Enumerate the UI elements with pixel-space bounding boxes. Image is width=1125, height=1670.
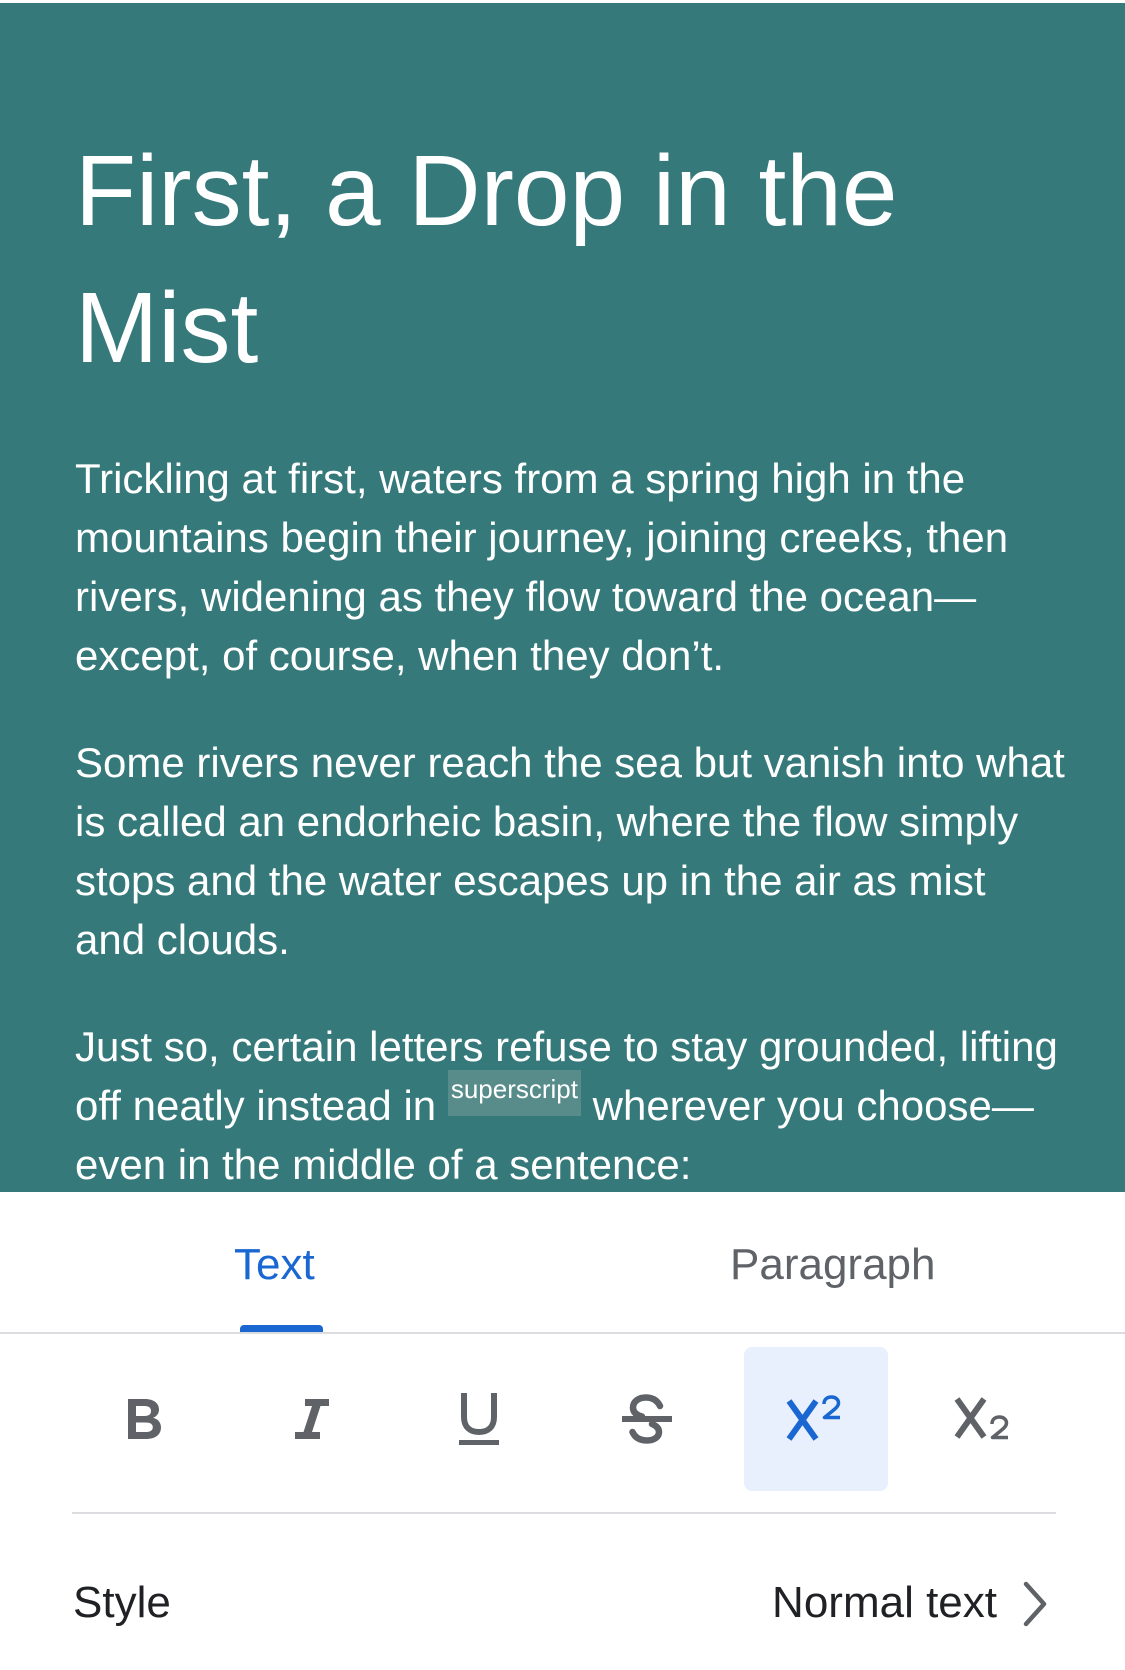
document-title[interactable]: First, a Drop in the Mist	[75, 123, 1055, 397]
chevron-right-icon	[1023, 1581, 1047, 1627]
superscript-icon	[786, 1395, 841, 1441]
style-selector[interactable]: Style Normal text	[0, 1538, 1125, 1668]
superscript-button[interactable]	[744, 1347, 888, 1491]
strikethrough-button[interactable]	[575, 1347, 719, 1491]
selected-superscript-text[interactable]: superscript	[447, 1070, 581, 1116]
underline-button[interactable]	[407, 1347, 551, 1491]
format-tabs: Text Paragraph	[0, 1192, 1125, 1334]
strikethrough-icon	[622, 1394, 672, 1444]
italic-icon	[295, 1399, 329, 1439]
subscript-button[interactable]	[912, 1347, 1056, 1491]
paragraph-1[interactable]: Trickling at first, waters from a spring…	[75, 449, 1065, 685]
document-page[interactable]: First, a Drop in the Mist Trickling at f…	[0, 0, 1125, 1192]
style-value: Normal text	[772, 1578, 997, 1627]
format-panel: Text Paragraph Style Normal text	[0, 1192, 1125, 1670]
subscript-icon	[954, 1397, 1009, 1440]
bold-button[interactable]	[72, 1347, 216, 1491]
underline-icon	[459, 1393, 499, 1445]
text-format-toolbar	[0, 1334, 1125, 1508]
active-tab-indicator	[240, 1325, 323, 1332]
tab-text[interactable]: Text	[234, 1240, 315, 1290]
paragraph-2[interactable]: Some rivers never reach the sea but vani…	[75, 733, 1065, 969]
paragraph-3[interactable]: Just so, certain letters refuse to stay …	[75, 1017, 1065, 1192]
toolbar-divider	[72, 1512, 1056, 1514]
italic-button[interactable]	[239, 1347, 383, 1491]
tab-paragraph[interactable]: Paragraph	[730, 1240, 935, 1290]
bold-icon	[128, 1399, 161, 1439]
style-label: Style	[73, 1578, 171, 1627]
